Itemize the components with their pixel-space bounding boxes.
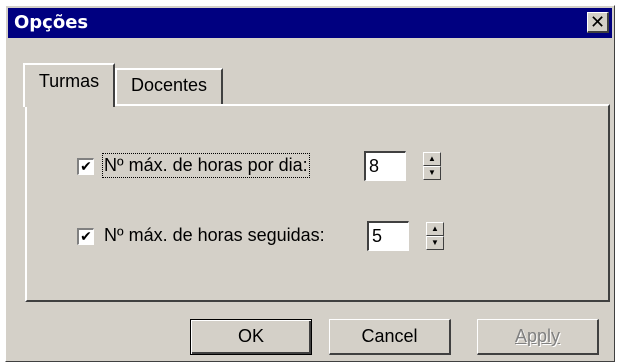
tab-turmas[interactable]: Turmas [23,63,115,107]
spin-up-button[interactable]: ▲ [423,152,441,166]
cancel-button[interactable]: Cancel [329,319,451,355]
horas-por-dia-input[interactable]: 8 [364,151,406,181]
chevron-down-icon: ▼ [428,168,436,177]
apply-button-label: Apply [514,326,561,346]
checkmark-icon: ✔ [80,158,92,174]
spin-down-button[interactable]: ▼ [423,166,441,180]
title-bar: Opções ✕ [8,8,612,38]
option-row-horas-seguidas: ✔ Nº máx. de horas seguidas: 5 ▲ ▼ [27,220,608,254]
tab-panel-turmas: ✔ Nº máx. de horas por dia: 8 ▲ ▼ ✔ Nº m… [25,104,610,302]
horas-por-dia-spinner: ▲ ▼ [423,152,441,180]
chevron-up-icon: ▲ [431,224,439,233]
tab-turmas-label: Turmas [38,71,100,91]
horas-seguidas-label[interactable]: Nº máx. de horas seguidas: [104,225,325,246]
horas-por-dia-label[interactable]: Nº máx. de horas por dia: [102,153,310,178]
tab-docentes-label: Docentes [130,75,208,95]
horas-seguidas-input[interactable]: 5 [367,221,409,251]
horas-seguidas-checkbox[interactable]: ✔ [77,228,94,245]
chevron-down-icon: ▼ [431,238,439,247]
spin-up-button[interactable]: ▲ [426,222,444,236]
close-button[interactable]: ✕ [587,12,609,33]
spin-down-button[interactable]: ▼ [426,236,444,250]
option-row-horas-por-dia: ✔ Nº máx. de horas por dia: 8 ▲ ▼ [27,150,608,184]
close-icon: ✕ [589,12,606,33]
tab-docentes[interactable]: Docentes [115,68,223,104]
ok-button[interactable]: OK [190,319,312,355]
options-dialog: Opções ✕ Turmas Docentes ✔ Nº máx. de ho… [5,5,615,362]
checkmark-icon: ✔ [80,228,92,244]
horas-seguidas-spinner: ▲ ▼ [426,222,444,250]
chevron-up-icon: ▲ [428,154,436,163]
horas-por-dia-checkbox[interactable]: ✔ [77,158,94,175]
dialog-title: Opções [14,12,89,33]
apply-button[interactable]: Apply [477,319,599,355]
